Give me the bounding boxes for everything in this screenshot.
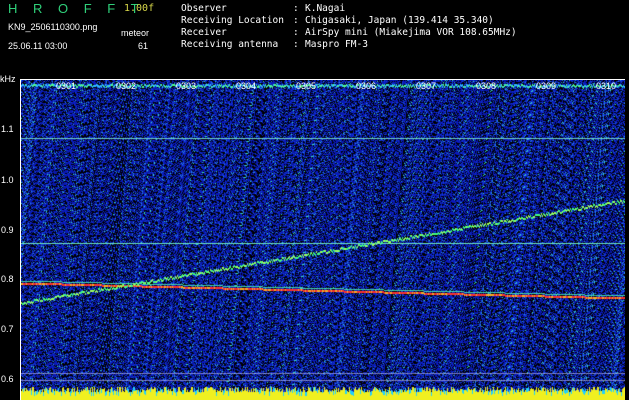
plot-frame: [20, 79, 625, 400]
time-label: 0303: [176, 81, 197, 91]
info-receiver: Receiver: AirSpy mini (Miakejima VOR 108.…: [181, 27, 517, 38]
info-observer: Observer: K.Nagai: [181, 3, 346, 14]
y-tick-label: 1.1: [1, 124, 14, 134]
info-value: Chigasaki, Japan (139.414 35.340): [305, 15, 494, 26]
meteor-count: 61: [138, 41, 149, 51]
time-label: 0309: [536, 81, 557, 91]
y-tick-label: 1.0: [1, 175, 14, 185]
time-label: 0304: [236, 81, 257, 91]
info-label: Observer: [181, 3, 227, 14]
date-time: 25.06.11 03:00: [8, 41, 68, 51]
version-label: 1.00f: [124, 3, 155, 14]
info-label: Receiving Location: [181, 15, 284, 26]
info-value: Maspro FM-3: [305, 39, 368, 50]
hrofft-window: H R O F F T 1.00f KN9_2506110300.png met…: [0, 0, 629, 400]
time-label: 0307: [416, 81, 437, 91]
time-label: 0306: [356, 81, 377, 91]
time-label: 0302: [116, 81, 137, 91]
time-label: 0310: [596, 81, 617, 91]
time-label: 0308: [476, 81, 497, 91]
info-antenna: Receiving antenna: Maspro FM-3: [181, 39, 368, 50]
info-label: Receiver: [181, 27, 227, 38]
y-tick-label: 0.7: [1, 324, 14, 334]
info-value: K.Nagai: [305, 3, 346, 14]
info-value: AirSpy mini (Miakejima VOR 108.65MHz): [305, 27, 517, 38]
info-label: Receiving antenna: [181, 39, 279, 50]
meteor-label: meteor: [121, 28, 150, 38]
time-label: 0305: [296, 81, 317, 91]
info-location: Receiving Location: Chigasaki, Japan (139…: [181, 15, 494, 26]
y-tick-label: 0.6: [1, 374, 14, 384]
y-tick-label: 0.8: [1, 274, 14, 284]
file-name: KN9_2506110300.png: [8, 22, 98, 32]
unit-label: kHz: [0, 74, 16, 84]
y-tick-label: 0.9: [1, 225, 14, 235]
time-label: 0301: [56, 81, 77, 91]
